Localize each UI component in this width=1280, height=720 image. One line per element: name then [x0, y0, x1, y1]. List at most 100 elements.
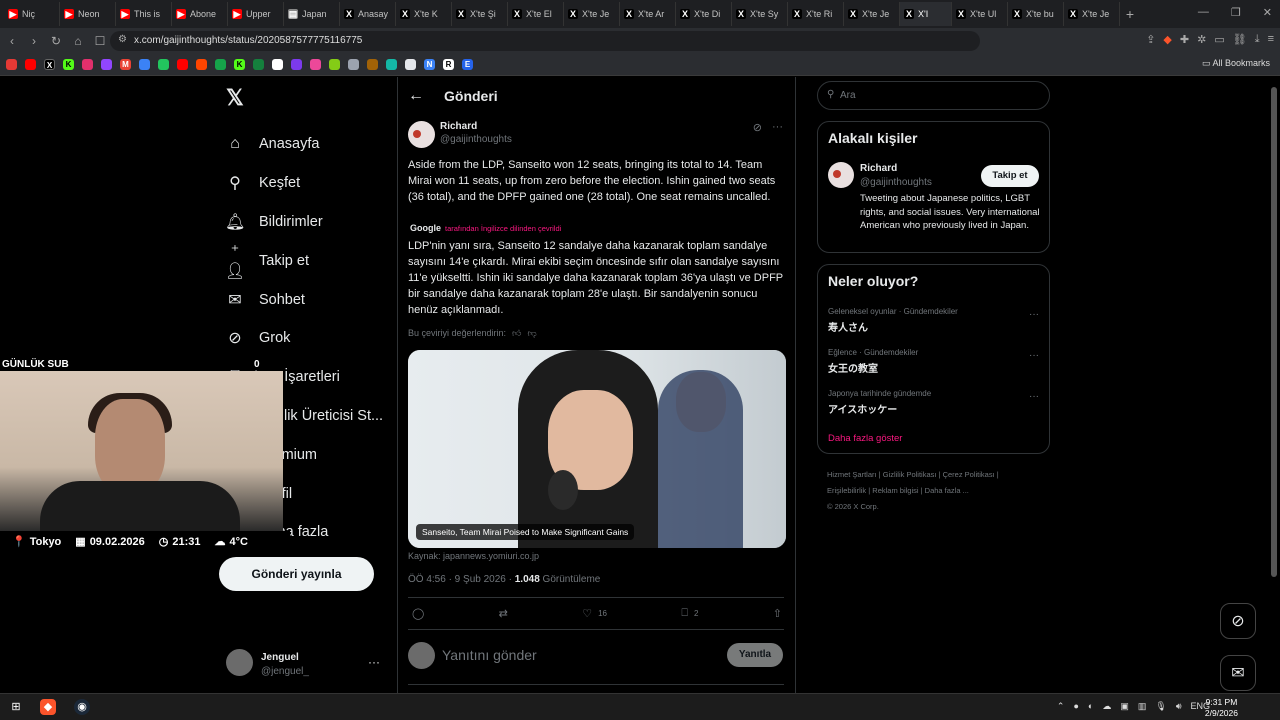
bookmark-icon-16[interactable] — [291, 59, 302, 70]
x-logo-icon[interactable]: 𝕏 — [226, 85, 244, 111]
brave-browser-icon[interactable]: ◆ — [40, 699, 56, 715]
steam-icon[interactable]: ◉ — [74, 699, 90, 715]
share-icon[interactable]: ⇪ — [1146, 33, 1155, 46]
trend-item[interactable]: Geleneksel oyunlar · Gündemdekiler 寿人さん ··… — [828, 307, 1043, 334]
back-arrow-icon[interactable]: ← — [408, 87, 424, 105]
bookmark-instagram-icon[interactable] — [82, 59, 93, 70]
menu-icon[interactable]: ≡ — [1268, 33, 1274, 46]
bookmark-icon-24[interactable]: R — [443, 59, 454, 70]
reload-icon[interactable]: ↻ — [46, 34, 66, 48]
nav-item-mail[interactable]: ✉ Sohbet — [225, 280, 383, 319]
mic-icon[interactable]: 🎙︎ — [1155, 701, 1166, 712]
avatar[interactable] — [828, 162, 854, 188]
repost-button[interactable]: ⇄ — [499, 607, 508, 620]
search-input[interactable]: ⚲ Ara — [817, 81, 1050, 110]
more-icon[interactable]: ··· — [368, 655, 380, 669]
site-info-icon[interactable]: ⚙ — [118, 34, 127, 45]
like-button[interactable]: ♡ 16 — [582, 607, 607, 620]
bookmark-youtube-icon[interactable] — [25, 59, 36, 70]
nav-item-search[interactable]: ⚲ Keşfet — [225, 164, 383, 203]
bookmark-icon-8[interactable] — [139, 59, 150, 70]
reply-submit-button[interactable]: Yanıtla — [727, 643, 783, 667]
post-button[interactable]: Gönderi yayınla — [219, 557, 374, 591]
scrollbar[interactable] — [1271, 87, 1277, 577]
bookmark-icon-17[interactable] — [310, 59, 321, 70]
bookmark-reddit-icon[interactable] — [196, 59, 207, 70]
translation-note-text[interactable]: tarafından İngilizce dilinden çevrildi — [445, 224, 561, 233]
more-options-icon[interactable]: ··· — [1029, 391, 1039, 402]
network-icon[interactable]: ▥ — [1138, 701, 1147, 712]
browser-tab[interactable]: X X'te K — [396, 2, 452, 26]
discord-icon[interactable]: ◐ — [1088, 701, 1093, 712]
grok-fab-icon[interactable]: ⊘ — [1220, 603, 1256, 639]
browser-tab[interactable]: X X'te Ri — [788, 2, 844, 26]
person-name[interactable]: Richard — [860, 163, 897, 174]
footer-line[interactable]: Erişilebilirlik | Reklam bilgisi | Daha … — [827, 483, 1047, 499]
browser-tab[interactable]: ▶ Upper — [228, 2, 284, 26]
volume-icon[interactable]: 🔊︎ — [1176, 701, 1182, 712]
follow-button[interactable]: Takip et — [981, 165, 1039, 187]
bookmark-icon-15[interactable] — [272, 59, 283, 70]
chevron-up-icon[interactable]: ⌃ — [1057, 701, 1065, 712]
browser-tab[interactable]: X X'te Sy — [732, 2, 788, 26]
author-name[interactable]: Richard — [440, 121, 477, 132]
nav-item-add-person[interactable]: ⁺👤︎ Takip et — [225, 241, 383, 280]
taskbar-clock[interactable]: 9:31 PM 2/9/2026 — [1205, 697, 1238, 719]
browser-tab[interactable]: X X'te Je — [564, 2, 620, 26]
post-timestamp[interactable]: ÖÖ 4:56 · 9 Şub 2026 · — [408, 574, 512, 585]
trend-item[interactable]: Eğlence · Gündemdekiler 女王の教室 ··· — [828, 348, 1043, 375]
bookmark-icon-20[interactable] — [367, 59, 378, 70]
browser-tab[interactable]: X X'te Şi — [452, 2, 508, 26]
browser-tab[interactable]: X X'te Ar — [620, 2, 676, 26]
browser-tab[interactable]: X X'te bu — [1008, 2, 1064, 26]
bookmark-page-icon[interactable]: ☐ — [90, 34, 110, 48]
puzzle-icon[interactable]: ✲ — [1197, 33, 1206, 46]
forward-icon[interactable]: › — [24, 34, 44, 48]
browser-tab[interactable]: X X'te El — [508, 2, 564, 26]
browser-tab[interactable]: ▶ Niç — [4, 2, 60, 26]
bookmark-twitch-icon[interactable] — [101, 59, 112, 70]
more-options-icon[interactable]: ··· — [1029, 309, 1039, 320]
bookmark-icon-14[interactable] — [253, 59, 264, 70]
more-options-icon[interactable]: ··· — [1029, 350, 1039, 361]
thumbs-down-icon[interactable]: 👎︎ — [527, 328, 536, 339]
cloud-tray-icon[interactable]: ☁ — [1102, 701, 1111, 712]
window-tray-icon[interactable]: ▣ — [1120, 701, 1129, 712]
bookmark-button[interactable]: ⎕ 2 — [681, 607, 698, 620]
bookmark-icon-9[interactable] — [158, 59, 169, 70]
browser-tab[interactable]: X X'te Di — [676, 2, 732, 26]
bookmark-icon-19[interactable] — [348, 59, 359, 70]
sidebar-icon[interactable]: ▭ — [1214, 33, 1224, 46]
download-icon[interactable]: ⤓ — [1255, 33, 1260, 46]
browser-tab[interactable]: ▶ Abone — [172, 2, 228, 26]
browser-tab[interactable]: ▤ Japan — [284, 2, 340, 26]
account-switcher[interactable]: Jenguel @jenguel_ ··· — [226, 649, 386, 679]
bookmark-x-icon[interactable]: X — [44, 59, 55, 70]
bookmark-kick-icon[interactable]: K — [63, 59, 74, 70]
footer-line[interactable]: Hizmet Şartları | Gizlilik Politikası | … — [827, 467, 1047, 483]
author-avatar[interactable] — [408, 121, 435, 148]
url-field[interactable]: ⚙ x.com/gaijinthoughts/status/2020587577… — [110, 31, 980, 51]
trend-item[interactable]: Japonya tarihinde gündemde アイスホッケー ··· — [828, 389, 1043, 416]
back-icon[interactable]: ‹ — [2, 34, 22, 48]
messages-fab-icon[interactable]: ✉ — [1220, 655, 1256, 691]
bookmark-icon-10[interactable] — [177, 59, 188, 70]
browser-tab[interactable]: X X'te Ul — [952, 2, 1008, 26]
nav-item-bell[interactable]: 🔔︎ Bildirimler — [225, 203, 383, 242]
reply-input[interactable]: Yanıtını gönder — [442, 647, 537, 663]
nav-item-home[interactable]: ⌂ Anasayfa — [225, 125, 383, 164]
browser-tab[interactable]: X Anasay — [340, 2, 396, 26]
maximize-icon[interactable]: ❐ — [1231, 6, 1241, 19]
browser-tab[interactable]: X X'I — [900, 2, 952, 26]
show-more-link[interactable]: Daha fazla göster — [828, 433, 902, 444]
link-card[interactable]: Sanseito, Team Mirai Poised to Make Sign… — [408, 350, 786, 548]
close-window-icon[interactable]: ✕ — [1263, 6, 1272, 19]
nav-item-grok[interactable]: ⊘ Grok — [225, 319, 383, 358]
bookmark-icon-1[interactable] — [6, 59, 17, 70]
bookmark-icon-25[interactable]: E — [462, 59, 473, 70]
bookmark-icon-23[interactable]: N — [424, 59, 435, 70]
browser-tab[interactable]: X X'te Je — [1064, 2, 1120, 26]
grok-icon[interactable]: ⊘ — [753, 121, 762, 134]
browser-tab[interactable]: ▶ This is — [116, 2, 172, 26]
author-handle[interactable]: @gaijinthoughts — [440, 134, 512, 145]
